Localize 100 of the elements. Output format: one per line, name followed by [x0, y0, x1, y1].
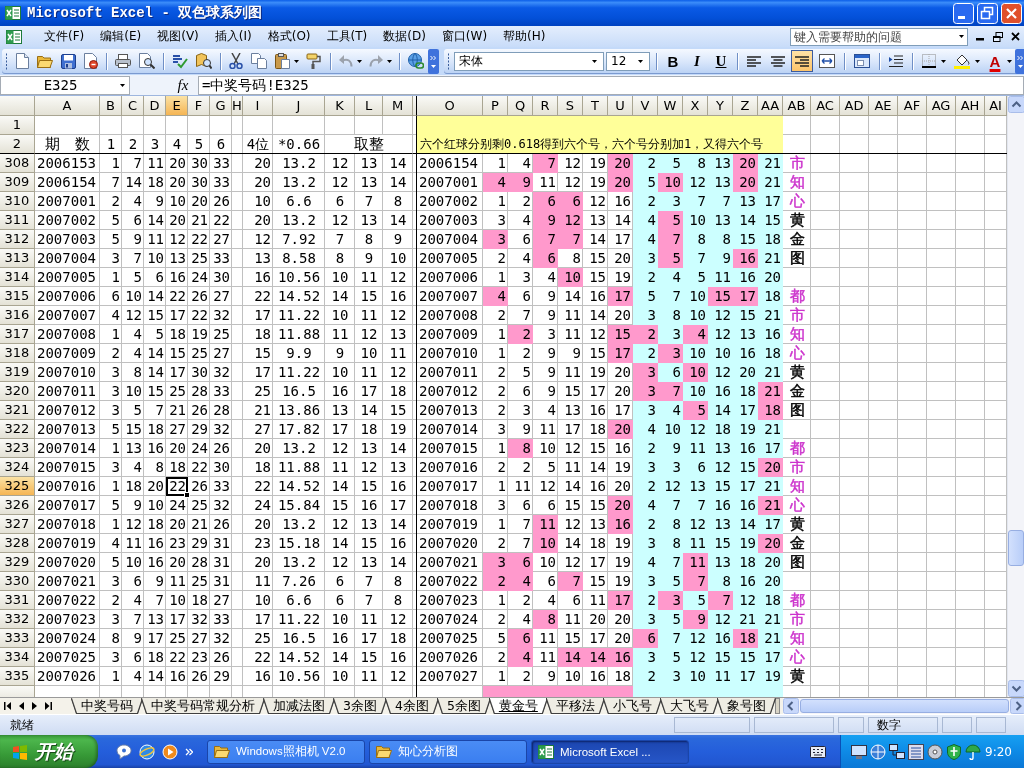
- caret-icon[interactable]: [592, 59, 597, 63]
- horizontal-scrollbar[interactable]: [782, 698, 1024, 714]
- column-header[interactable]: [413, 96, 417, 116]
- fill-handle[interactable]: [184, 492, 190, 498]
- italic-button[interactable]: I: [686, 50, 708, 72]
- row-header[interactable]: 1: [0, 116, 35, 135]
- grip-icon[interactable]: [5, 52, 8, 70]
- column-header[interactable]: W: [658, 96, 683, 116]
- down-arrow-icon[interactable]: [1008, 680, 1024, 697]
- column-header[interactable]: U: [608, 96, 633, 116]
- globe-icon[interactable]: [139, 743, 155, 760]
- caret-icon[interactable]: [120, 83, 125, 87]
- list-icon[interactable]: [908, 743, 924, 760]
- menu-item[interactable]: 帮助(H): [495, 27, 554, 46]
- taskbar-button[interactable]: Windows照相机 V2.0: [207, 739, 365, 764]
- column-header[interactable]: M: [383, 96, 413, 116]
- scroll-thumb[interactable]: [799, 699, 1009, 713]
- row-header[interactable]: 328: [0, 534, 35, 553]
- column-header[interactable]: AF: [898, 96, 927, 116]
- column-header[interactable]: D: [144, 96, 166, 116]
- play-icon[interactable]: [162, 743, 178, 760]
- sheet-tab[interactable]: 象号图: [717, 698, 775, 713]
- font-field[interactable]: 宋体: [454, 51, 604, 71]
- clipboard-icon[interactable]: [275, 53, 290, 69]
- column-header[interactable]: V: [633, 96, 658, 116]
- page-magnifier-icon[interactable]: [139, 53, 155, 69]
- column-header[interactable]: R: [533, 96, 558, 116]
- caret-icon[interactable]: [294, 59, 299, 63]
- row-header[interactable]: 318: [0, 344, 35, 363]
- grip-icon[interactable]: [447, 52, 450, 70]
- vertical-scrollbar[interactable]: [1007, 96, 1024, 697]
- tab-split-handle[interactable]: [774, 698, 780, 714]
- name-box[interactable]: E325: [0, 75, 130, 95]
- sheet-tab[interactable]: 小飞号: [603, 698, 661, 713]
- align-right-button[interactable]: [791, 50, 813, 72]
- column-header[interactable]: Z: [733, 96, 758, 116]
- row-header[interactable]: 322: [0, 420, 35, 439]
- row-header[interactable]: 317: [0, 325, 35, 344]
- column-header[interactable]: I: [243, 96, 273, 116]
- column-header[interactable]: AB: [783, 96, 811, 116]
- column-header[interactable]: G: [210, 96, 232, 116]
- menu-item[interactable]: 窗口(W): [433, 27, 496, 46]
- disc-icon[interactable]: [927, 743, 943, 760]
- folder-icon[interactable]: [37, 54, 53, 68]
- caret-icon[interactable]: [638, 59, 643, 63]
- keyboard-icon[interactable]: [810, 745, 826, 758]
- row-header[interactable]: 319: [0, 363, 35, 382]
- caret-icon[interactable]: [941, 59, 946, 63]
- font-size-field[interactable]: 12: [606, 51, 650, 71]
- formula-field[interactable]: =中奖号码!E325: [198, 75, 1024, 95]
- menu-item[interactable]: 插入(I): [206, 27, 260, 46]
- row-header[interactable]: 329: [0, 553, 35, 572]
- restore-icon[interactable]: [993, 31, 1003, 42]
- monitor-icon[interactable]: [851, 743, 867, 760]
- column-header[interactable]: Y: [708, 96, 733, 116]
- row-header[interactable]: 310: [0, 192, 35, 211]
- column-header[interactable]: AD: [840, 96, 869, 116]
- left-triangle-icon[interactable]: [19, 702, 24, 710]
- menu-item[interactable]: 编辑(E): [92, 27, 150, 46]
- book-magnifier-icon[interactable]: [196, 53, 212, 69]
- shield-icon[interactable]: [946, 743, 962, 760]
- skip-start-icon[interactable]: [4, 702, 11, 710]
- row-header[interactable]: 323: [0, 439, 35, 458]
- spreadsheet-icon[interactable]: [6, 28, 22, 45]
- caret-icon[interactable]: [387, 59, 392, 63]
- menu-item[interactable]: 视图(V): [149, 27, 207, 46]
- column-header[interactable]: X: [683, 96, 708, 116]
- spreadsheet-icon[interactable]: [5, 5, 21, 21]
- paintbrush-icon[interactable]: [306, 53, 322, 69]
- taskbar-button[interactable]: Microsoft Excel ...: [531, 739, 689, 764]
- column-header[interactable]: J: [273, 96, 325, 116]
- sheet-tab[interactable]: 大飞号: [660, 698, 718, 713]
- caret-icon[interactable]: [959, 35, 964, 38]
- row-header[interactable]: 308: [0, 154, 35, 173]
- column-header[interactable]: Q: [508, 96, 533, 116]
- page-icon[interactable]: [16, 53, 29, 69]
- row-header[interactable]: 333: [0, 629, 35, 648]
- column-header[interactable]: AE: [869, 96, 898, 116]
- column-header[interactable]: L: [355, 96, 383, 116]
- caret-icon[interactable]: [1007, 59, 1012, 63]
- chevron-icon[interactable]: [185, 747, 193, 756]
- speech-bubble-icon[interactable]: [116, 743, 132, 760]
- row-header[interactable]: 334: [0, 648, 35, 667]
- row-header[interactable]: 313: [0, 249, 35, 268]
- row-header[interactable]: 315: [0, 287, 35, 306]
- row-header[interactable]: 326: [0, 496, 35, 515]
- column-header[interactable]: T: [583, 96, 608, 116]
- column-header[interactable]: O: [417, 96, 483, 116]
- row-header[interactable]: 2: [0, 135, 35, 154]
- caret-icon[interactable]: [357, 59, 362, 63]
- printer-icon[interactable]: [115, 54, 131, 68]
- column-header[interactable]: AG: [927, 96, 956, 116]
- column-header[interactable]: S: [558, 96, 583, 116]
- taskbar-button[interactable]: 知心分析图: [369, 739, 527, 764]
- row-header[interactable]: 312: [0, 230, 35, 249]
- page-badge-icon[interactable]: [84, 53, 98, 69]
- insert-function-button[interactable]: fx: [172, 75, 194, 95]
- column-header[interactable]: K: [325, 96, 355, 116]
- row-header[interactable]: 331: [0, 591, 35, 610]
- menu-item[interactable]: 工具(T): [318, 27, 376, 46]
